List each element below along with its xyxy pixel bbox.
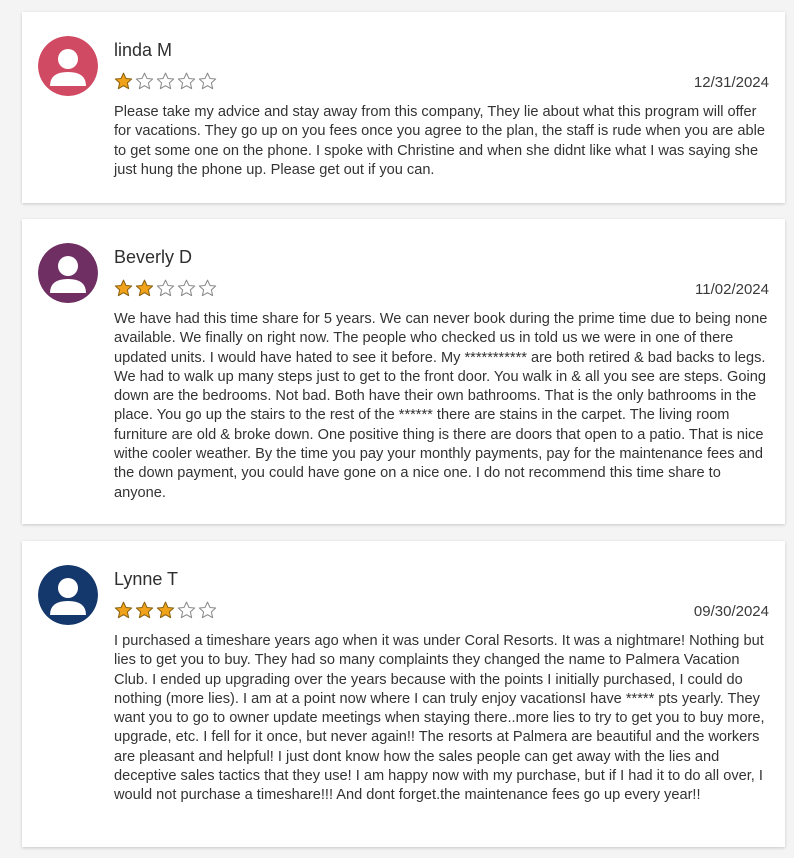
user-icon	[38, 565, 98, 625]
star-empty-icon	[177, 601, 196, 619]
reviewer-name: linda M	[114, 40, 173, 60]
review-date: 09/30/2024	[693, 603, 769, 620]
star-empty-icon	[177, 72, 196, 90]
star-filled-icon	[156, 601, 175, 619]
review-card: Lynne T 09/30/2024 I purchased a timesha…	[22, 541, 785, 847]
avatar	[38, 565, 98, 625]
star-filled-icon	[114, 72, 133, 90]
review-text: We have had this time share for 5 years.…	[114, 311, 768, 501]
star-empty-icon	[198, 72, 217, 90]
user-icon	[38, 36, 98, 96]
star-filled-icon	[135, 601, 154, 619]
review-date: 12/31/2024	[693, 74, 769, 91]
review-text: Please take my advice and stay away from…	[114, 104, 765, 178]
star-empty-icon	[177, 279, 196, 297]
star-rating	[114, 279, 217, 298]
star-empty-icon	[198, 601, 217, 619]
star-empty-icon	[198, 279, 217, 297]
star-rating	[114, 601, 217, 620]
review-card: linda M 12/31/2024 Please take my advice…	[22, 12, 785, 203]
star-empty-icon	[156, 279, 175, 297]
star-empty-icon	[156, 72, 175, 90]
reviewer-name: Beverly D	[114, 247, 193, 267]
user-icon	[38, 243, 98, 303]
review-text: I purchased a timeshare years ago when i…	[114, 633, 765, 804]
review-card: Beverly D 11/02/2024 We have had this ti…	[22, 219, 785, 524]
star-filled-icon	[135, 279, 154, 297]
review-date: 11/02/2024	[695, 281, 769, 298]
star-empty-icon	[135, 72, 154, 90]
star-rating	[114, 72, 217, 91]
star-filled-icon	[114, 601, 133, 619]
avatar	[38, 36, 98, 96]
reviewer-name: Lynne T	[114, 569, 179, 589]
star-filled-icon	[114, 279, 133, 297]
avatar	[38, 243, 98, 303]
